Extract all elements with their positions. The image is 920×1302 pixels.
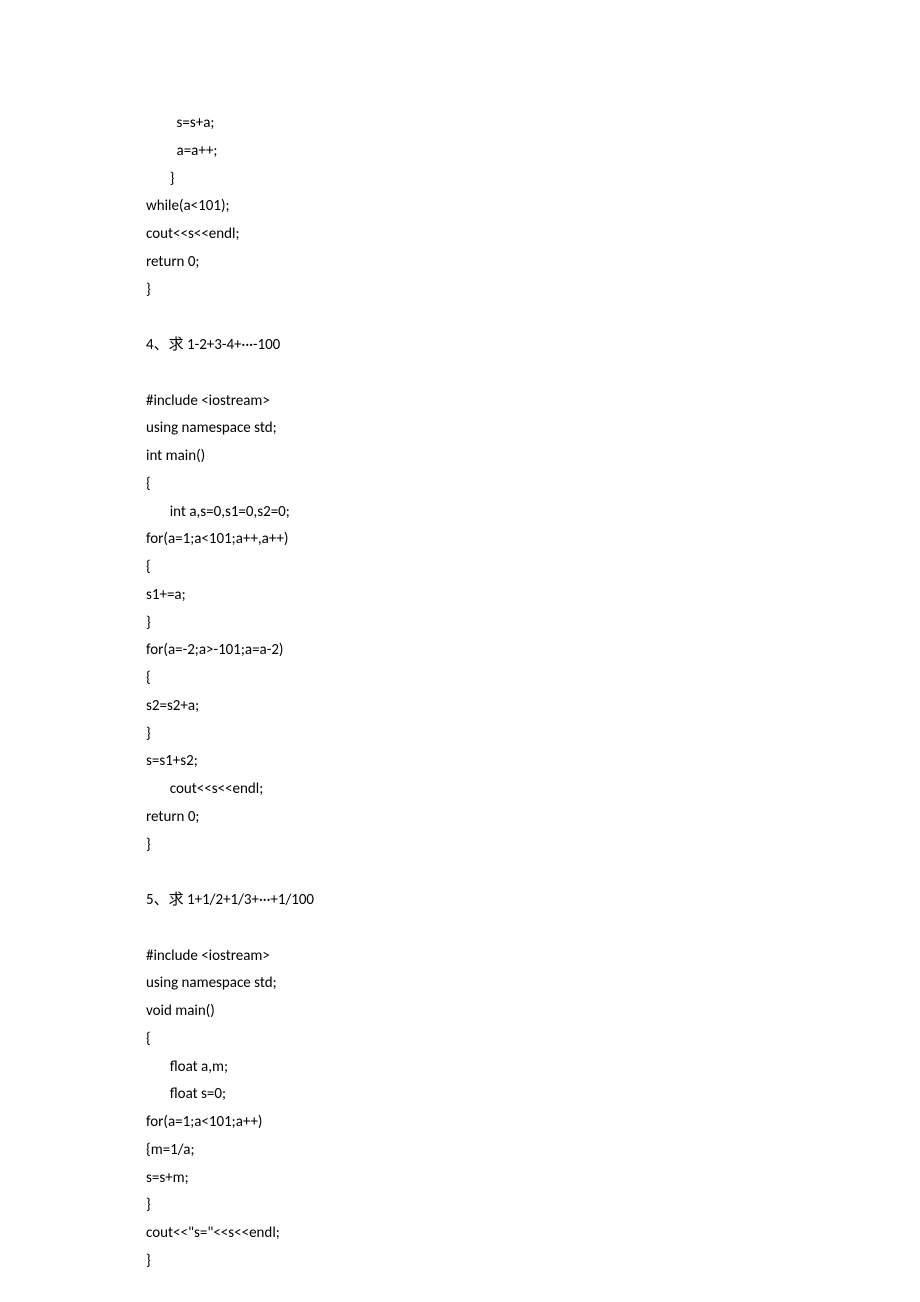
document-page: s=s+a; a=a++; } while(a<101); cout<<s<<e… — [0, 0, 920, 1276]
code-text: s=s+a; a=a++; } while(a<101); cout<<s<<e… — [146, 114, 314, 1270]
